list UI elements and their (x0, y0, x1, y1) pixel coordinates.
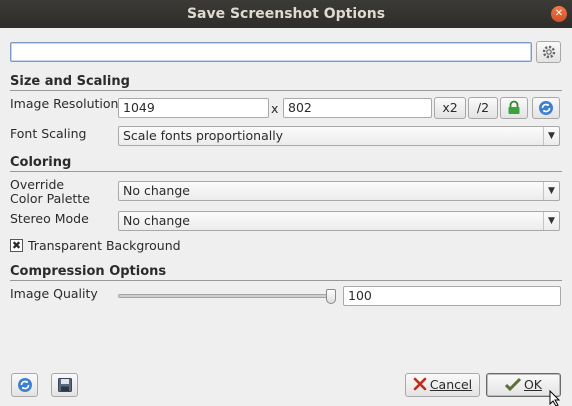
cancel-button[interactable]: Cancel (405, 373, 480, 397)
palette-label-line2: Color Palette (10, 191, 90, 206)
cancel-icon (413, 377, 427, 391)
compression-header: Compression Options (10, 264, 562, 281)
window-title: Save Screenshot Options (186, 6, 386, 22)
font-scaling-select[interactable]: Scale fonts proportionally ▼ (118, 126, 560, 146)
reset-resolution-button[interactable] (532, 97, 560, 119)
reset-defaults-button[interactable] (11, 373, 38, 397)
image-resolution-label: Image Resolution (10, 96, 119, 111)
cancel-label: Cancel (429, 377, 473, 392)
color-palette-select[interactable]: No change ▼ (118, 181, 560, 201)
lock-aspect-button[interactable] (500, 97, 528, 119)
stereo-mode-label: Stereo Mode (10, 211, 89, 226)
chevron-down-icon: ▼ (543, 182, 559, 200)
width-input[interactable]: 1049 (118, 98, 269, 118)
quality-slider-track[interactable] (118, 294, 336, 298)
floppy-disk-icon (57, 378, 72, 392)
transparent-background-label: Transparent Background (28, 238, 181, 253)
stereo-mode-select[interactable]: No change ▼ (118, 211, 560, 231)
save-screenshot-dialog: Save Screenshot Options ✕ Size and Scali… (0, 0, 572, 406)
refresh-icon (539, 101, 553, 115)
checkmark-icon: ✖ (11, 239, 22, 252)
gear-icon (542, 45, 555, 59)
font-scaling-label: Font Scaling (10, 126, 87, 141)
check-icon (504, 377, 522, 392)
transparent-background-checkbox[interactable]: ✖ (10, 239, 23, 252)
times-symbol: x (271, 101, 279, 116)
image-quality-label: Image Quality (10, 286, 98, 301)
stereo-mode-value: No change (123, 213, 190, 228)
ok-label: OK (523, 377, 543, 392)
font-scaling-value: Scale fonts proportionally (123, 128, 284, 143)
save-settings-button[interactable] (51, 373, 78, 397)
color-palette-value: No change (123, 183, 190, 198)
coloring-header: Coloring (10, 155, 562, 172)
refresh-icon (17, 378, 32, 392)
height-input[interactable]: 802 (283, 98, 432, 118)
filename-input[interactable] (10, 42, 532, 62)
quality-input[interactable]: 100 (343, 286, 561, 306)
palette-label-line1: Override (10, 177, 65, 192)
chevron-down-icon: ▼ (543, 127, 559, 145)
filename-options-button[interactable] (536, 41, 561, 63)
half-resolution-button[interactable]: /2 (468, 97, 498, 119)
lock-icon (508, 100, 520, 114)
chevron-down-icon: ▼ (543, 212, 559, 230)
quality-slider-handle[interactable] (326, 289, 336, 304)
mouse-cursor-icon (549, 390, 561, 406)
double-resolution-button[interactable]: x2 (434, 97, 466, 119)
close-icon: ✕ (554, 8, 564, 19)
close-button[interactable]: ✕ (551, 6, 567, 22)
title-bar: Save Screenshot Options ✕ (0, 0, 572, 28)
size-scaling-header: Size and Scaling (10, 74, 562, 91)
